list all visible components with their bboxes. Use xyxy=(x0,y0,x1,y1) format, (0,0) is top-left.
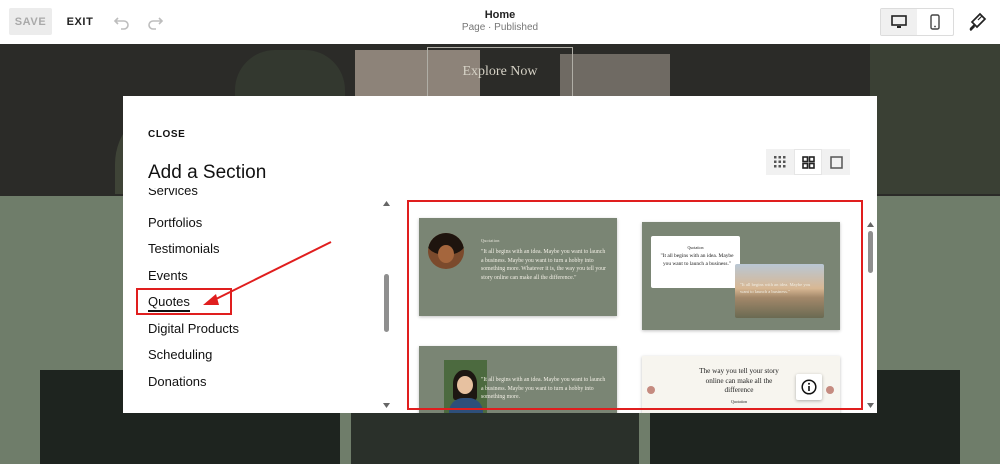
annotation-arrow-icon xyxy=(203,241,332,305)
